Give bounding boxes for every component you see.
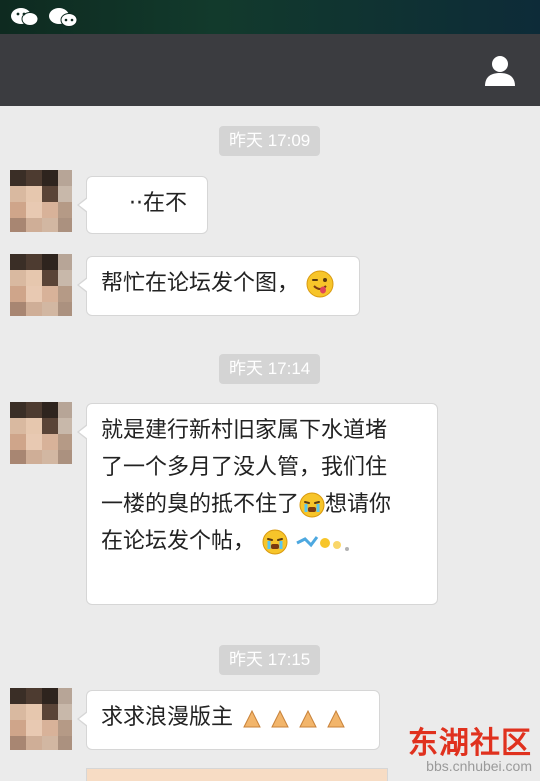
message-bubble[interactable]: 就是建行新村旧家属下水道堵 了一个多月了没人管，我们住 一楼的臭的抵不住了 想请… (77, 403, 438, 605)
wechat-moments-icon (49, 8, 78, 27)
pray-hands-emoji (243, 709, 345, 728)
message-bubble[interactable]: 求求浪漫版主 (77, 690, 380, 750)
blurred-emoji-icon (296, 536, 350, 551)
message-text: 了一个多月了没人管，我们住 (101, 455, 388, 480)
avatar[interactable] (10, 688, 72, 750)
avatar[interactable] (10, 170, 72, 232)
message-text: ··在不 (129, 191, 187, 216)
message-text: 在论坛发个帖， (101, 529, 256, 554)
crying-emoji (262, 529, 288, 555)
watermark: 东湖社区 bbs.cnhubei.com (408, 718, 532, 774)
timestamp: 昨天 17:15 (219, 645, 321, 675)
person-icon[interactable] (482, 52, 518, 88)
avatar[interactable] (10, 402, 72, 464)
message-text: 求求浪漫版主 (101, 705, 234, 730)
avatar[interactable] (10, 254, 72, 316)
message-text: 帮忙在论坛发个图， (101, 271, 300, 296)
tongue-wink-emoji (306, 270, 334, 298)
message-text: 想请你 (325, 492, 392, 517)
chat-title-bar (0, 34, 540, 106)
message-text: 就是建行新村旧家属下水道堵 (101, 418, 388, 443)
message-text: 一楼的臭的抵不住了 (101, 492, 300, 517)
message-bubble[interactable] (86, 768, 388, 781)
status-bar (0, 0, 540, 34)
timestamp: 昨天 17:14 (219, 354, 321, 384)
message-bubble[interactable]: ··在不 (77, 176, 208, 234)
timestamp: 昨天 17:09 (219, 126, 321, 156)
message-bubble[interactable]: 帮忙在论坛发个图， (77, 256, 360, 316)
watermark-title: 东湖社区 (408, 726, 532, 761)
crying-emoji (299, 492, 325, 518)
watermark-url: bbs.cnhubei.com (426, 758, 532, 774)
wechat-icon (11, 8, 39, 26)
